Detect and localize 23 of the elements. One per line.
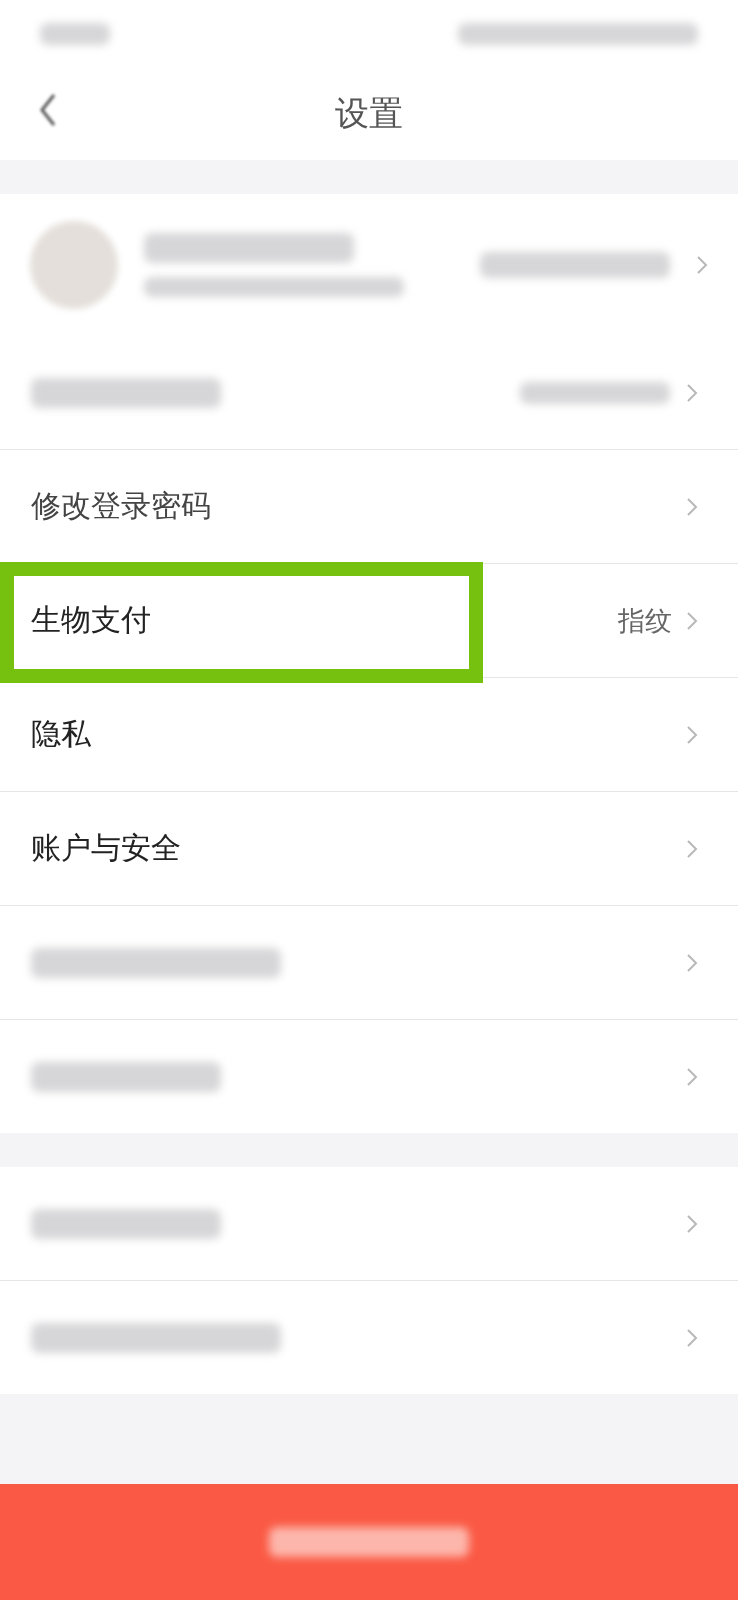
settings-row[interactable]: 生物支付 指纹	[0, 564, 738, 678]
row-value: 指纹	[618, 603, 672, 638]
chevron-right-icon	[686, 838, 698, 859]
chevron-right-icon	[696, 255, 708, 275]
chevron-right-icon	[686, 610, 698, 631]
chevron-right-icon	[686, 724, 698, 745]
chevron-right-icon	[686, 952, 698, 973]
settings-row[interactable]: 隐私	[0, 678, 738, 792]
row-label: 修改登录密码	[31, 487, 212, 525]
settings-row[interactable]: 修改登录密码	[0, 450, 738, 564]
redacted-text	[40, 23, 110, 45]
chevron-right-icon	[686, 1066, 698, 1087]
chevron-right-icon	[686, 1213, 698, 1234]
page-title: 设置	[335, 92, 403, 135]
row-label: 隐私	[31, 715, 92, 753]
chevron-right-icon	[686, 1327, 698, 1348]
back-icon[interactable]	[38, 92, 58, 128]
row-label: 账户与安全	[31, 829, 182, 867]
chevron-right-icon	[686, 382, 698, 403]
chevron-right-icon	[686, 496, 698, 517]
settings-row[interactable]: 账户与安全	[0, 792, 738, 906]
row-label: 生物支付	[31, 601, 152, 639]
logout-button[interactable]	[0, 1484, 738, 1600]
